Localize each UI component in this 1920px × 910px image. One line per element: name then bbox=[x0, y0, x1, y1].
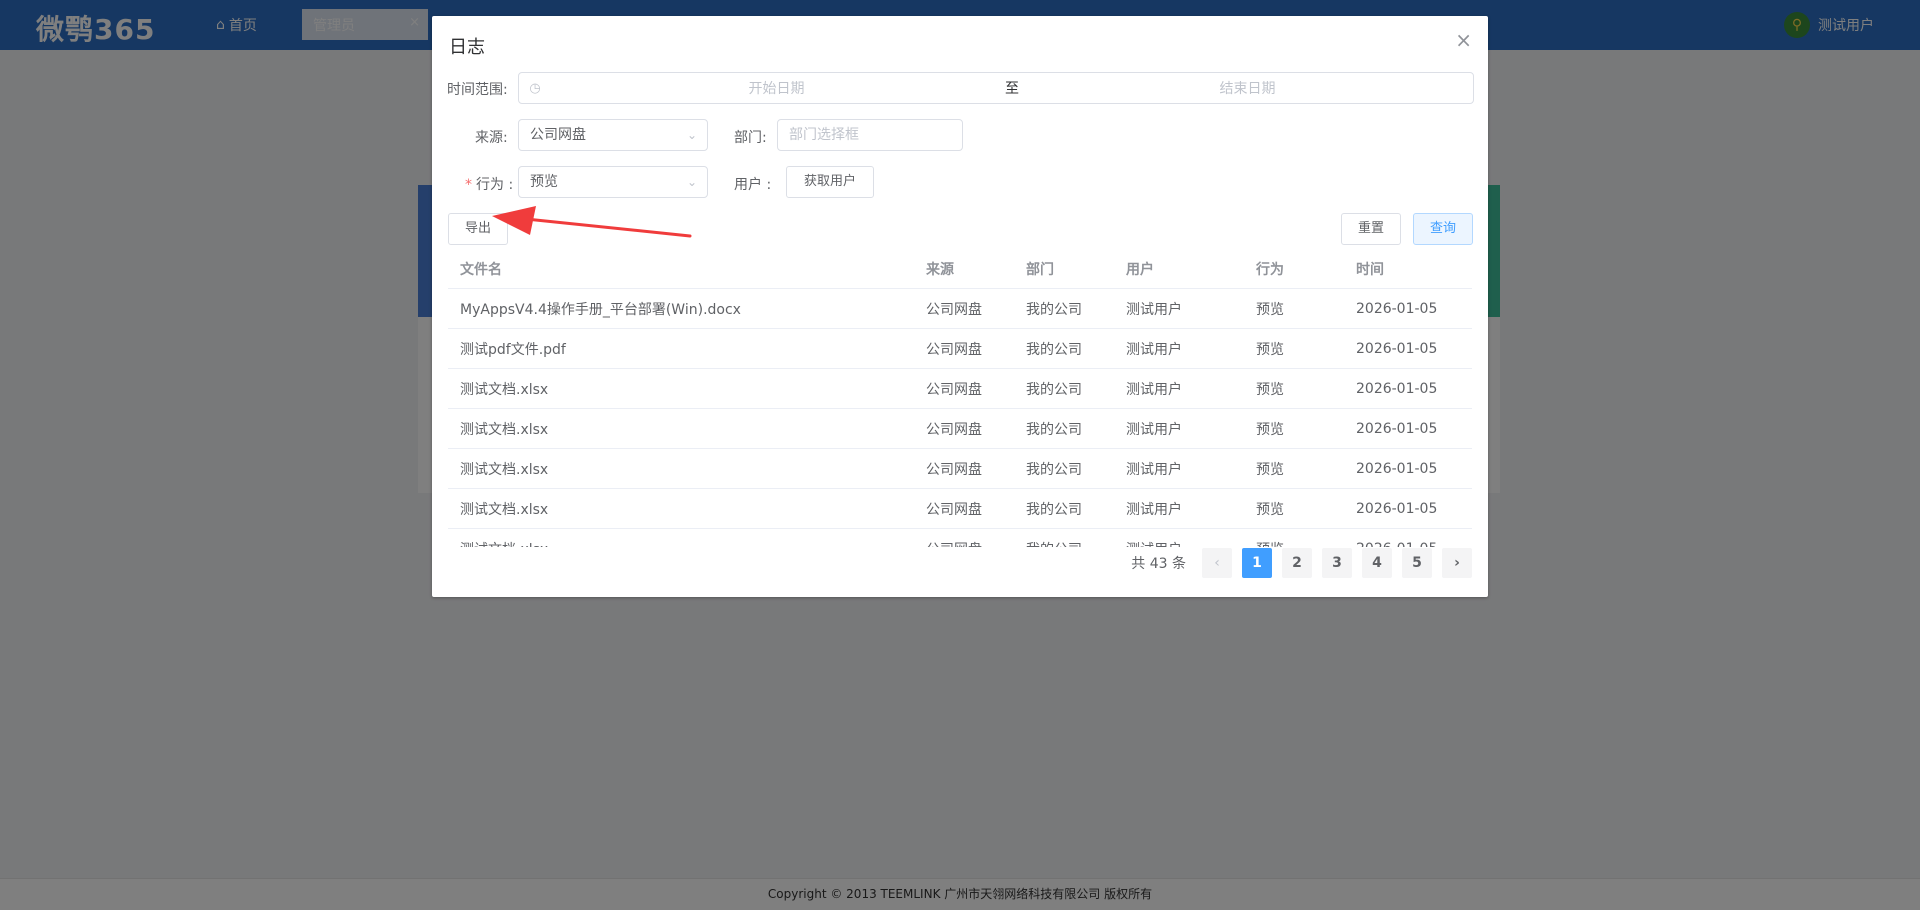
dept-input[interactable]: 部门选择框 bbox=[777, 119, 963, 151]
cell-user: 测试用户 bbox=[1114, 539, 1244, 548]
cell-source: 公司网盘 bbox=[926, 341, 982, 358]
cell-action: 预览 bbox=[1256, 301, 1284, 318]
cell-filename: MyAppsV4.4操作手册_平台部署(Win).docx bbox=[460, 301, 741, 318]
user-label: 用户 : bbox=[734, 177, 772, 193]
action-select[interactable]: 预览 ⌄ bbox=[518, 166, 708, 198]
cell-dept: 我的公司 bbox=[1026, 501, 1082, 518]
cell-action: 预览 bbox=[1256, 341, 1284, 358]
page-button-2[interactable]: 2 bbox=[1282, 548, 1312, 578]
header-source: 来源 bbox=[926, 261, 954, 278]
close-icon[interactable]: × bbox=[1455, 28, 1472, 52]
cell-dept: 我的公司 bbox=[1026, 461, 1082, 478]
date-range-picker[interactable]: ◷ 开始日期 至 结束日期 bbox=[518, 72, 1474, 104]
cell-filename: 测试文档.xlsx bbox=[460, 501, 549, 518]
cell-user: 测试用户 bbox=[1126, 421, 1182, 438]
get-user-button[interactable]: 获取用户 bbox=[786, 166, 874, 198]
time-range-label: 时间范围: bbox=[447, 82, 508, 98]
table-row: 测试pdf文件.pdf 公司网盘 我的公司 测试用户 预览 2026-01-05 bbox=[448, 329, 1472, 369]
header-time: 时间 bbox=[1356, 261, 1384, 278]
cell-filename: 测试文档.xlsx bbox=[460, 421, 549, 438]
log-dialog: 日志 × 时间范围: ◷ 开始日期 至 结束日期 来源: 公司网盘 ⌄ 部门: … bbox=[432, 16, 1488, 597]
cell-source: 公司网盘 bbox=[926, 301, 982, 318]
chevron-down-icon: ⌄ bbox=[686, 175, 697, 189]
dept-label: 部门: bbox=[734, 130, 767, 146]
table-row: 测试文档.xlsx 公司网盘 我的公司 测试用户 预览 2026-01-05 bbox=[448, 449, 1472, 489]
pagination: 共 43 条 ‹ 1 2 3 4 5 › bbox=[1131, 548, 1472, 578]
pagination-total: 共 43 条 bbox=[1131, 556, 1186, 572]
cell-action: 预览 bbox=[1256, 501, 1284, 518]
cell-user: 测试用户 bbox=[1126, 461, 1182, 478]
cell-dept: 我的公司 bbox=[1026, 421, 1082, 438]
page-button-4[interactable]: 4 bbox=[1362, 548, 1392, 578]
next-page-button[interactable]: › bbox=[1442, 548, 1472, 578]
source-label: 来源: bbox=[475, 130, 508, 146]
cell-time: 2026-01-05 bbox=[1356, 380, 1438, 397]
dialog-title: 日志 bbox=[449, 37, 485, 58]
cell-source: 公司网盘 bbox=[926, 381, 982, 398]
cell-filename: 测试文档.xlsx bbox=[448, 539, 914, 548]
cell-time: 2026-01-05 bbox=[1356, 500, 1438, 517]
cell-source: 公司网盘 bbox=[914, 539, 1014, 548]
header-action: 行为 bbox=[1256, 261, 1284, 278]
cell-user: 测试用户 bbox=[1126, 381, 1182, 398]
action-label-text: 行为 : bbox=[476, 177, 514, 193]
query-button[interactable]: 查询 bbox=[1413, 213, 1473, 245]
header-user: 用户 bbox=[1126, 261, 1154, 278]
header-dept: 部门 bbox=[1026, 261, 1054, 278]
table-row: 测试文档.xlsx 公司网盘 我的公司 测试用户 预览 2026-01-05 bbox=[448, 489, 1472, 529]
page-button-5[interactable]: 5 bbox=[1402, 548, 1432, 578]
cell-time: 2026-01-05 bbox=[1356, 300, 1438, 317]
cell-user: 测试用户 bbox=[1126, 501, 1182, 518]
end-date-input[interactable]: 结束日期 bbox=[1022, 78, 1473, 98]
chevron-down-icon: ⌄ bbox=[686, 128, 697, 142]
cell-source: 公司网盘 bbox=[926, 421, 982, 438]
cell-dept: 我的公司 bbox=[1014, 539, 1114, 548]
source-select-value: 公司网盘 bbox=[530, 127, 586, 143]
annotation-arrow bbox=[492, 206, 692, 238]
cell-time: 2026-01-05 bbox=[1356, 460, 1438, 477]
cell-action: 预览 bbox=[1256, 421, 1284, 438]
cell-source: 公司网盘 bbox=[926, 461, 982, 478]
reset-button[interactable]: 重置 bbox=[1341, 213, 1401, 245]
action-label: * 行为 : bbox=[465, 174, 513, 194]
cell-dept: 我的公司 bbox=[1026, 301, 1082, 318]
cell-action: 预览 bbox=[1256, 461, 1284, 478]
cell-time: 2026-01-05 bbox=[1356, 340, 1438, 357]
source-select[interactable]: 公司网盘 ⌄ bbox=[518, 119, 708, 151]
cell-filename: 测试pdf文件.pdf bbox=[460, 341, 566, 358]
cell-filename: 测试文档.xlsx bbox=[460, 461, 549, 478]
cell-dept: 我的公司 bbox=[1026, 341, 1082, 358]
page-button-3[interactable]: 3 bbox=[1322, 548, 1352, 578]
required-mark: * bbox=[465, 177, 472, 193]
cell-filename: 测试文档.xlsx bbox=[460, 381, 549, 398]
page-button-1[interactable]: 1 bbox=[1242, 548, 1272, 578]
table-row: 测试文档.xlsx 公司网盘 我的公司 测试用户 预览 2026-01-05 bbox=[448, 409, 1472, 449]
clock-icon: ◷ bbox=[529, 80, 541, 96]
cell-time: 2026-01-05 bbox=[1356, 420, 1438, 437]
cell-source: 公司网盘 bbox=[926, 501, 982, 518]
cell-action: 预览 bbox=[1244, 539, 1344, 548]
start-date-input[interactable]: 开始日期 bbox=[551, 78, 1002, 98]
header-filename: 文件名 bbox=[460, 261, 502, 278]
cell-dept: 我的公司 bbox=[1026, 381, 1082, 398]
cell-user: 测试用户 bbox=[1126, 341, 1182, 358]
log-table: 文件名 来源 部门 用户 行为 时间 MyAppsV4.4操作手册_平台部署(W… bbox=[448, 249, 1472, 547]
cell-time: 2026-01-05 bbox=[1344, 541, 1472, 548]
action-select-value: 预览 bbox=[530, 174, 558, 190]
prev-page-button[interactable]: ‹ bbox=[1202, 548, 1232, 578]
cell-user: 测试用户 bbox=[1126, 301, 1182, 318]
table-row: 测试文档.xlsx 公司网盘 我的公司 测试用户 预览 2026-01-05 bbox=[448, 369, 1472, 409]
range-separator: 至 bbox=[1005, 81, 1019, 97]
cell-action: 预览 bbox=[1256, 381, 1284, 398]
table-header: 文件名 来源 部门 用户 行为 时间 bbox=[448, 249, 1472, 289]
table-row: MyAppsV4.4操作手册_平台部署(Win).docx 公司网盘 我的公司 … bbox=[448, 289, 1472, 329]
table-row: 测试文档.xlsx 公司网盘 我的公司 测试用户 预览 2026-01-05 bbox=[448, 529, 1472, 548]
